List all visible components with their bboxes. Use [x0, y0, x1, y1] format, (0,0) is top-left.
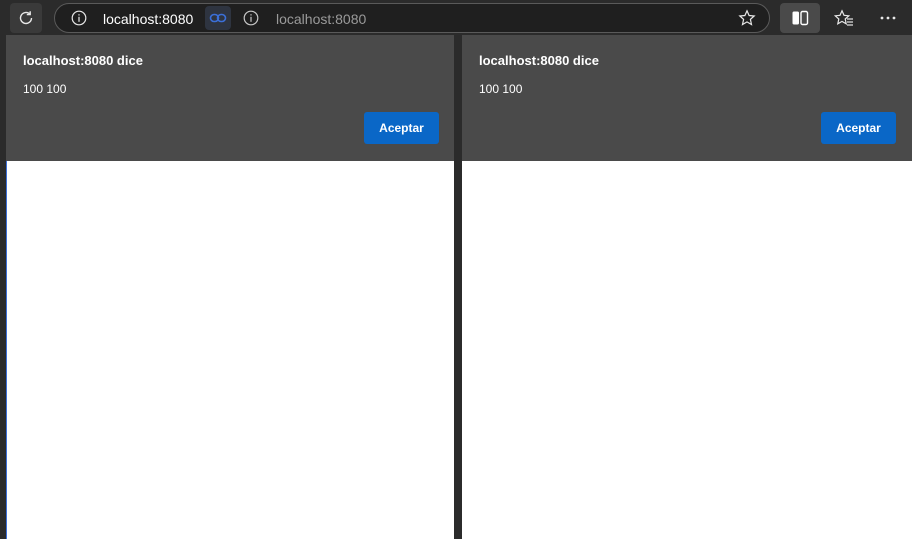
- link-tabs-button[interactable]: [205, 6, 231, 30]
- more-icon: [880, 16, 896, 20]
- link-icon: [209, 13, 227, 23]
- dialog-message: 100 100: [479, 82, 523, 96]
- address-bar[interactable]: localhost:8080 localhost:8080: [54, 3, 770, 33]
- pane-divider[interactable]: [454, 35, 462, 539]
- favorites-button[interactable]: [828, 3, 860, 33]
- reload-button[interactable]: [10, 3, 42, 33]
- dialog-title: localhost:8080 dice: [479, 53, 599, 68]
- alert-dialog: localhost:8080 dice 100 100 Aceptar: [6, 35, 455, 161]
- split-screen-icon: [792, 10, 809, 26]
- dialog-title: localhost:8080 dice: [23, 53, 143, 68]
- accept-button[interactable]: Aceptar: [821, 112, 896, 144]
- address-url-active[interactable]: localhost:8080: [103, 11, 193, 27]
- split-pane-left[interactable]: localhost:8080 dice 100 100 Aceptar: [6, 35, 455, 539]
- info-icon[interactable]: [243, 10, 259, 31]
- reload-icon: [19, 11, 33, 25]
- favorites-icon: [834, 9, 853, 26]
- star-icon[interactable]: [738, 9, 756, 32]
- split-pane-right[interactable]: localhost:8080 dice 100 100 Aceptar: [462, 35, 912, 539]
- info-icon[interactable]: [71, 10, 87, 31]
- split-screen-button[interactable]: [780, 3, 820, 33]
- accept-button[interactable]: Aceptar: [364, 112, 439, 144]
- browser-toolbar: localhost:8080 localhost:8080: [0, 0, 912, 36]
- address-url-inactive[interactable]: localhost:8080: [276, 11, 366, 27]
- alert-dialog: localhost:8080 dice 100 100 Aceptar: [462, 35, 912, 161]
- dialog-message: 100 100: [23, 82, 67, 96]
- more-button[interactable]: [872, 3, 904, 33]
